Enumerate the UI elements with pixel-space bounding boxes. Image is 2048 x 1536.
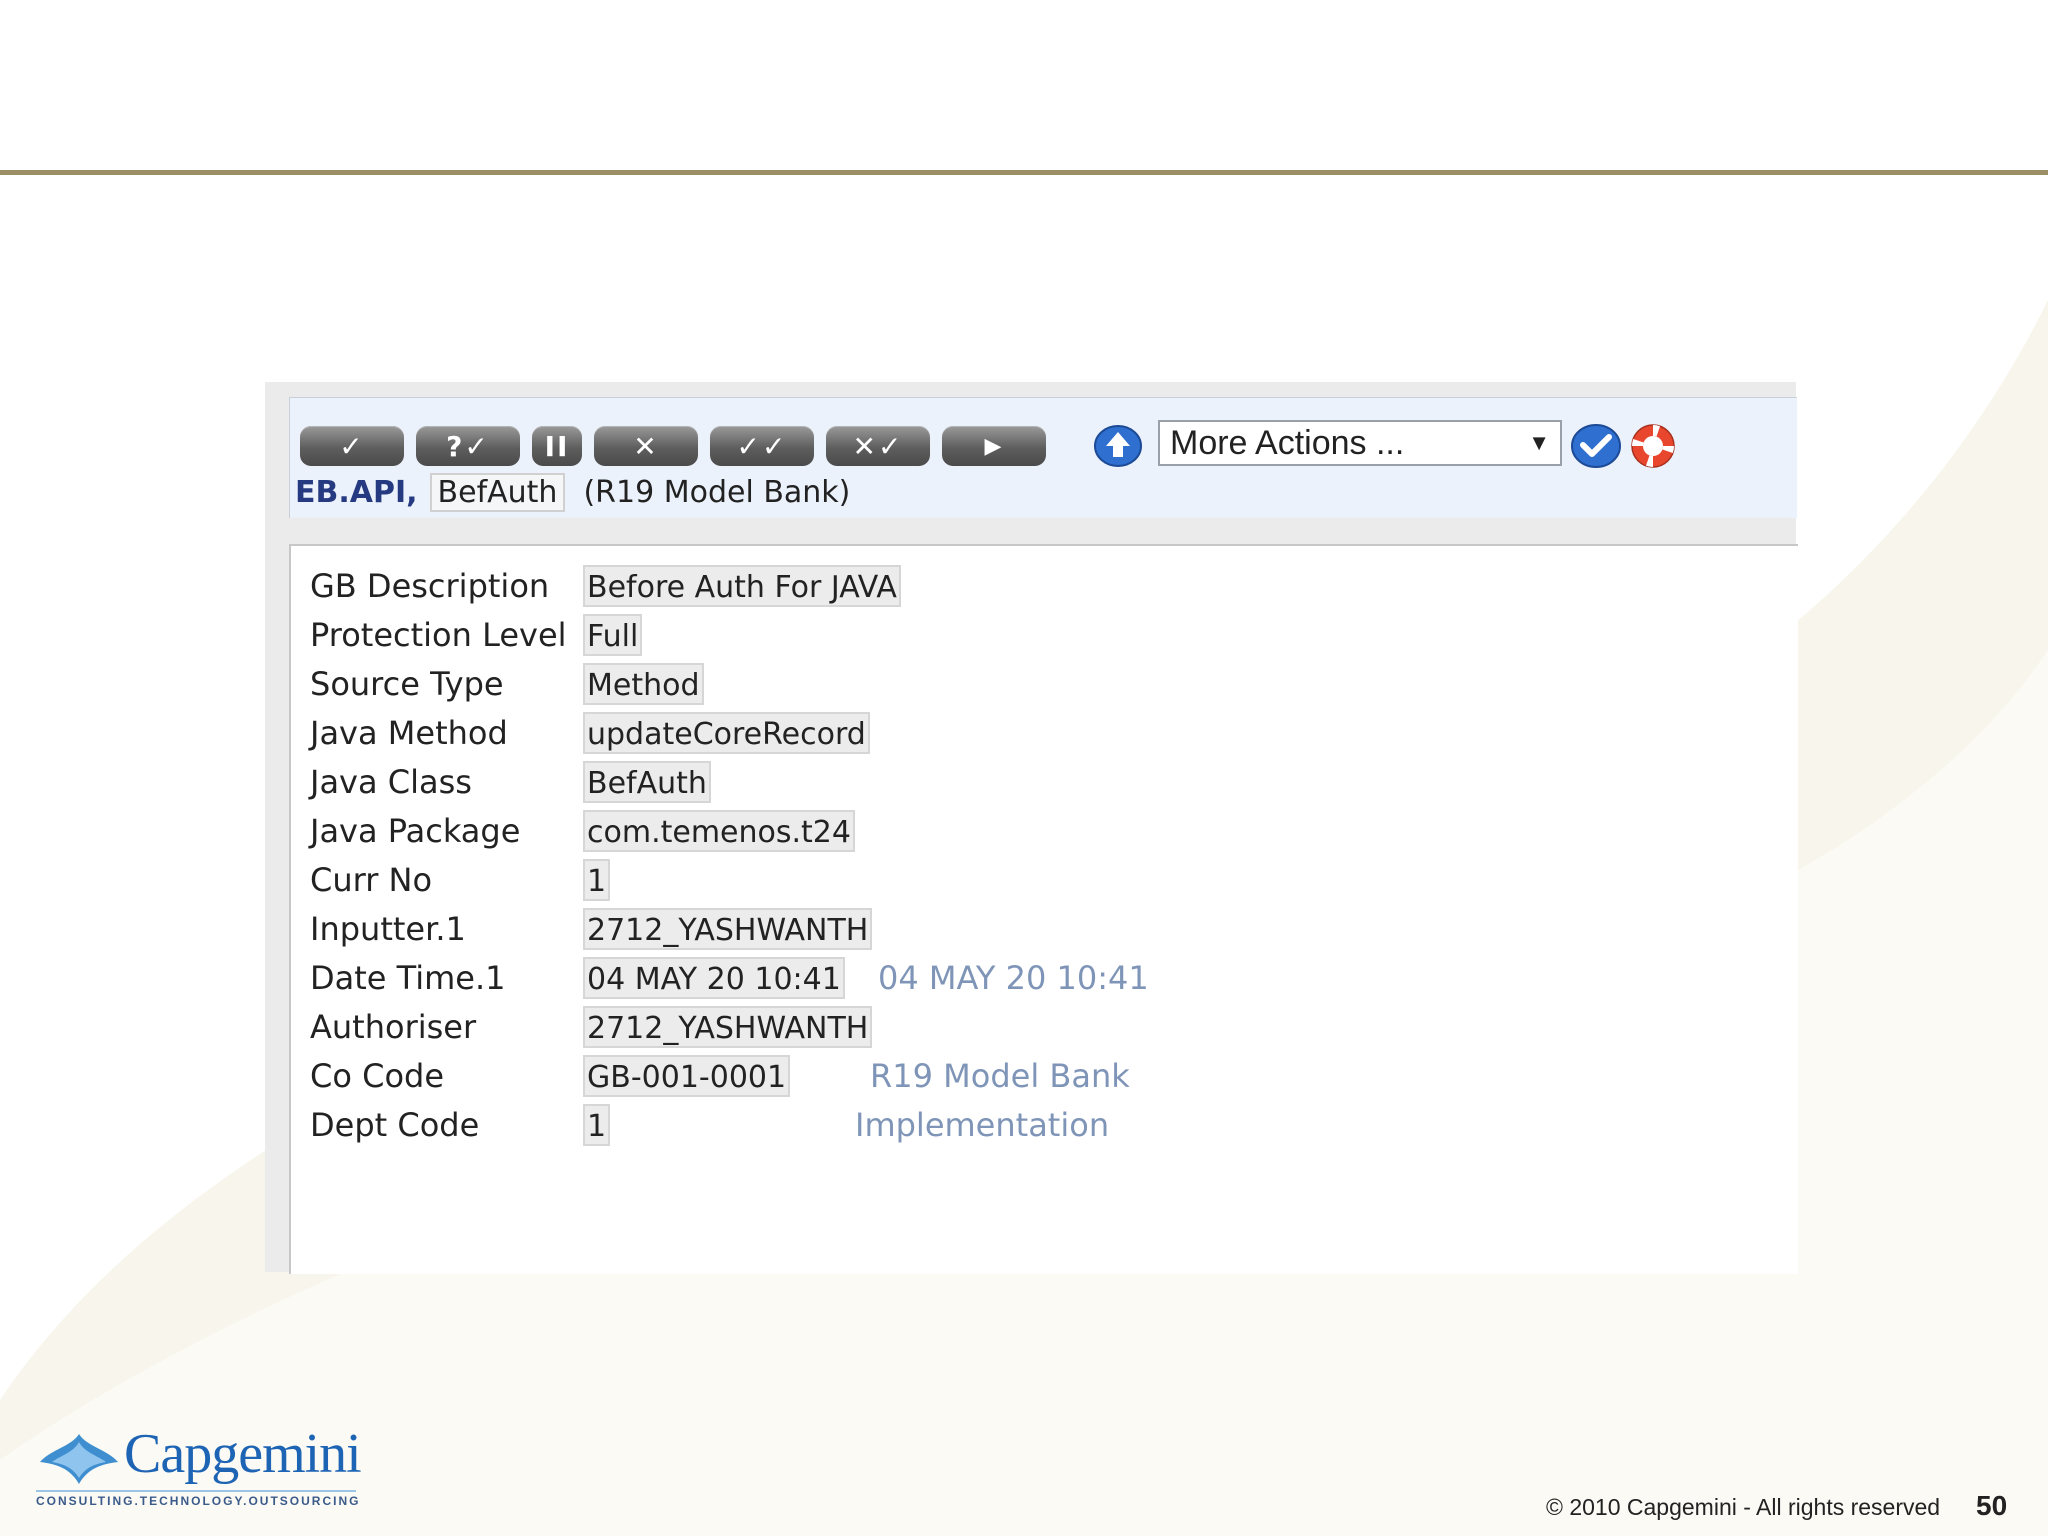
go-button[interactable] bbox=[1571, 422, 1621, 470]
application-name: EB.API, bbox=[295, 474, 418, 510]
field-label: Dept Code bbox=[310, 1106, 480, 1144]
field-label: GB Description bbox=[310, 567, 550, 605]
field-label: Curr No bbox=[310, 861, 433, 899]
logo-tagline: CONSULTING.TECHNOLOGY.OUTSOURCING bbox=[36, 1490, 358, 1508]
field-label: Java Method bbox=[310, 714, 508, 752]
field-value: GB-001-0001 bbox=[583, 1055, 791, 1097]
up-arrow-icon bbox=[1094, 425, 1142, 467]
t24-screen: ✓ ?✓ II ✕ ✓✓ ✕✓ ▶ More Actions ... ▼ EB.… bbox=[265, 382, 1798, 1274]
copyright-text: © 2010 Capgemini - All rights reserved bbox=[1546, 1494, 1941, 1520]
validate-button[interactable]: ✓ bbox=[300, 426, 404, 466]
field-label: Inputter.1 bbox=[310, 910, 466, 948]
logo-wordmark: Capgemini bbox=[124, 1423, 362, 1485]
query-validate-icon: ?✓ bbox=[446, 429, 490, 463]
field-enrichment: 04 MAY 20 10:41 bbox=[878, 959, 1149, 997]
blue-check-icon bbox=[1571, 424, 1621, 468]
field-label: Authoriser bbox=[310, 1008, 477, 1046]
field-label: Protection Level bbox=[310, 616, 567, 654]
field-value: BefAuth bbox=[583, 761, 711, 803]
capgemini-logo: Capgemini CONSULTING.TECHNOLOGY.OUTSOURC… bbox=[36, 1423, 366, 1514]
hold-button[interactable]: II bbox=[532, 426, 582, 466]
field-value: 04 MAY 20 10:41 bbox=[583, 957, 845, 999]
field-label: Co Code bbox=[310, 1057, 445, 1095]
record-fields: GB Description Before Auth For JAVA Prot… bbox=[289, 544, 1798, 1274]
spade-logo-icon bbox=[40, 1434, 118, 1484]
next-button[interactable]: ▶ bbox=[942, 426, 1046, 466]
authorise-icon: ✓✓ bbox=[736, 429, 788, 463]
field-value: Full bbox=[583, 614, 643, 656]
reverse-icon: ✕✓ bbox=[852, 429, 904, 463]
lifebuoy-help-icon bbox=[1631, 424, 1675, 468]
field-enrichment: Implementation bbox=[855, 1106, 1110, 1144]
field-label: Java Package bbox=[310, 812, 521, 850]
query-validate-button[interactable]: ?✓ bbox=[416, 426, 520, 466]
toolbar-area: ✓ ?✓ II ✕ ✓✓ ✕✓ ▶ More Actions ... ▼ EB.… bbox=[289, 397, 1797, 518]
field-value: Method bbox=[583, 663, 704, 705]
field-value: updateCoreRecord bbox=[583, 712, 870, 754]
authorise-button[interactable]: ✓✓ bbox=[710, 426, 814, 466]
chevron-down-icon: ▼ bbox=[1528, 430, 1550, 455]
field-label: Date Time.1 bbox=[310, 959, 506, 997]
delete-x-icon: ✕ bbox=[633, 429, 659, 463]
delete-button[interactable]: ✕ bbox=[594, 426, 698, 466]
field-value: 2712_YASHWANTH bbox=[583, 908, 873, 950]
field-enrichment: R19 Model Bank bbox=[870, 1057, 1130, 1095]
page-number: 50 bbox=[1976, 1490, 2008, 1521]
up-arrow-button[interactable] bbox=[1093, 422, 1143, 470]
reverse-button[interactable]: ✕✓ bbox=[826, 426, 930, 466]
field-value: com.temenos.t24 bbox=[583, 810, 855, 852]
header-rule bbox=[0, 170, 2048, 175]
field-value: Before Auth For JAVA bbox=[583, 565, 901, 607]
next-arrow-icon: ▶ bbox=[984, 433, 1004, 459]
more-actions-label: More Actions ... bbox=[1170, 424, 1405, 462]
record-id: BefAuth bbox=[429, 472, 566, 512]
field-label: Java Class bbox=[310, 763, 472, 801]
help-button[interactable] bbox=[1628, 422, 1678, 470]
field-value: 2712_YASHWANTH bbox=[583, 1006, 873, 1048]
hold-pause-icon: II bbox=[544, 429, 570, 463]
more-actions-select[interactable]: More Actions ... ▼ bbox=[1158, 420, 1562, 466]
validate-check-icon: ✓ bbox=[339, 429, 365, 463]
field-value: 1 bbox=[583, 1104, 611, 1146]
field-label: Source Type bbox=[310, 665, 504, 703]
company-name: (R19 Model Bank) bbox=[583, 474, 851, 510]
record-identifier: EB.API, BefAuth (R19 Model Bank) bbox=[295, 470, 850, 514]
field-value: 1 bbox=[583, 859, 611, 901]
